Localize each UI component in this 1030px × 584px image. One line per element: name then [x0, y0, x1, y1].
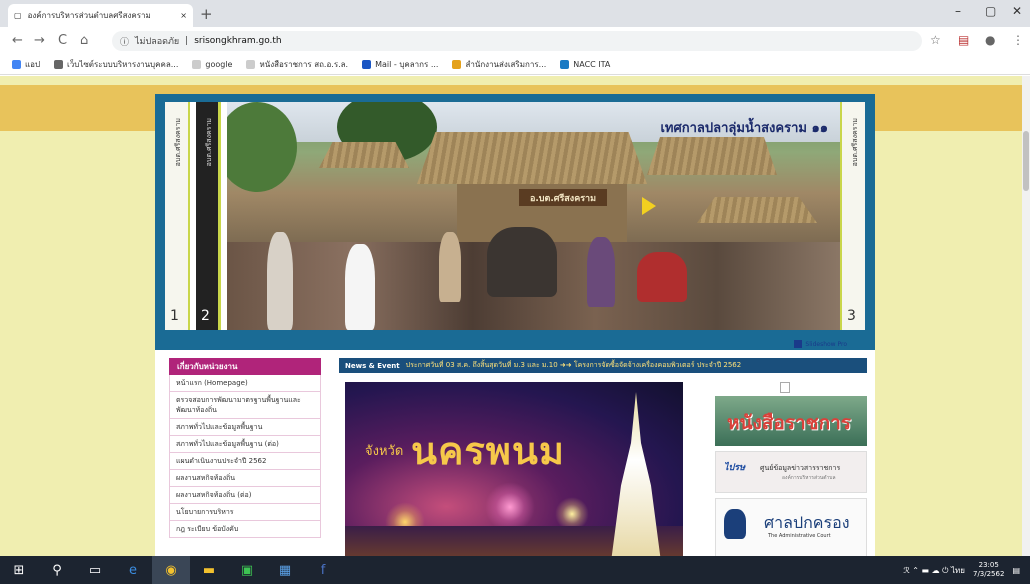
home-button[interactable]: ⌂	[80, 33, 88, 48]
page-icon: ▢	[14, 11, 22, 20]
broken-image-icon	[780, 382, 790, 393]
bookmark-item[interactable]: google	[192, 60, 232, 69]
bookmark-item[interactable]: สำนักงานส่งเสริมการ...	[452, 58, 546, 71]
notifications-icon[interactable]: ▤	[1012, 566, 1020, 575]
system-tray: ℛ ⌃ ▬ ☁ ⏻ ไทย 23:05 7/3/2562 ▤	[903, 556, 1030, 584]
ad-administrative-court[interactable]: ศาลปกครอง The Administrative Court	[715, 498, 867, 556]
court-emblem-icon	[724, 509, 746, 539]
mail-icon	[362, 60, 372, 69]
sidebar-item-works[interactable]: ผลงานสหกิจท้องถิ่น	[169, 470, 321, 487]
slideshow-credit[interactable]: Slideshow Pro	[794, 340, 847, 348]
sidebar-item-policy[interactable]: นโยบายการบริหาร	[169, 504, 321, 521]
tab-close-icon[interactable]: ×	[180, 11, 187, 20]
start-icon[interactable]: ⊞	[0, 556, 38, 584]
office-icon	[452, 60, 462, 69]
close-window-button[interactable]: ✕	[1012, 4, 1022, 18]
news-event-bar: News & Event ประกาศวันที่ 03 ส.ค. ถึงสิ้…	[339, 358, 867, 373]
sidebar-item-works-cont[interactable]: ผลงานสหกิจท้องถิ่น (ต่อ)	[169, 487, 321, 504]
bookmark-item[interactable]: หนังสือราชการ สถ.อ.ร.ล.	[246, 58, 348, 71]
extension-icon[interactable]: ▤	[958, 33, 969, 47]
slide-tab-3[interactable]: อบต.ศรีสงคราม 3	[840, 102, 865, 330]
security-label: ไม่ปลอดภัย	[135, 37, 180, 47]
banner-title: เทศกาลปลาลุ่มน้ำสงคราม ๑๑	[660, 121, 828, 136]
search-icon[interactable]: ⚲	[38, 556, 76, 584]
browser-toolbar: ← → C ⌂ ⓘ ไม่ปลอดภัย | srisongkhram.go.t…	[0, 27, 1030, 55]
windows-taskbar: ⊞ ⚲ ▭ e ◉ ▬ ▣ ▦ f ℛ ⌃ ▬ ☁ ⏻ ไทย 23:05 7/…	[0, 556, 1030, 584]
banner-slideshow: อบต.ศรีสงคราม 1 อบต.ศรีสงคราม 2 อ.บต.ศรี…	[155, 94, 875, 350]
slide-tab-2[interactable]: อบต.ศรีสงคราม 2	[196, 102, 221, 330]
address-bar[interactable]: ⓘ ไม่ปลอดภัย | srisongkhram.go.th	[112, 31, 922, 51]
poster-big-text: นครพนม	[411, 429, 565, 473]
tab-strip: ▢ องค์การบริหารส่วนตำบลศรีสงคราม × + – ▢…	[0, 0, 1030, 27]
chrome-icon[interactable]: ◉	[152, 556, 190, 584]
line-icon[interactable]: ▣	[228, 556, 266, 584]
reload-button[interactable]: C	[58, 33, 67, 48]
ad-official-documents[interactable]: หนังสือราชการ	[715, 396, 867, 446]
info-center-logo: ไปรษ	[724, 463, 746, 473]
facebook-icon[interactable]: f	[304, 556, 342, 584]
scrollbar-thumb[interactable]	[1023, 131, 1029, 191]
back-button[interactable]: ←	[12, 33, 23, 48]
minimize-button[interactable]: –	[955, 4, 961, 18]
sidebar-menu: เกี่ยวกับหน่วยงาน หน้าแรก (Homepage) ตรว…	[169, 358, 321, 556]
file-explorer-icon[interactable]: ▬	[190, 556, 228, 584]
bookmark-item[interactable]: Mail - บุคลากร ...	[362, 58, 438, 71]
task-view-icon[interactable]: ▭	[76, 556, 114, 584]
bookmark-star-icon[interactable]: ☆	[930, 33, 941, 47]
bookmark-item[interactable]: เว็บไซต์ระบบบริหารงานบุคคล...	[54, 58, 178, 71]
sidebar-item-development[interactable]: ตรวจสอบการพัฒนามาตรฐานพื้นฐานและพัฒนาท้อ…	[169, 392, 321, 419]
info-icon[interactable]: ⓘ	[120, 35, 129, 48]
main-content: เกี่ยวกับหน่วยงาน หน้าแรก (Homepage) ตรว…	[155, 350, 875, 556]
url-text: srisongkhram.go.th	[194, 36, 282, 46]
news-ticker[interactable]: ประกาศวันที่ 03 ส.ค. ถึงสิ้นสุดวันที่ ม.…	[406, 360, 742, 371]
pavilion-sign: อ.บต.ศรีสงคราม	[519, 189, 607, 206]
slide-tab-1[interactable]: อบต.ศรีสงคราม 1	[165, 102, 190, 330]
stupa-illustration	[611, 392, 661, 556]
slideshow-icon	[794, 340, 803, 348]
tray-icons[interactable]: ℛ ⌃ ▬ ☁ ⏻ ไทย	[903, 564, 965, 577]
sidebar-item-general-info-cont[interactable]: สภาพทั่วไปและข้อมูลพื้นฐาน (ต่อ)	[169, 436, 321, 453]
banner-photo: อ.บต.ศรีสงคราม เทศกาลปลาลุ่มน้ำสงคราม ๑๑	[227, 102, 840, 330]
news-title: News & Event	[345, 361, 400, 370]
page-scrollbar[interactable]	[1022, 76, 1030, 556]
menu-icon[interactable]: ⋮	[1012, 33, 1024, 47]
bookmark-item[interactable]: แอป	[12, 58, 40, 71]
sidebar-item-regulations[interactable]: กฎ ระเบียบ ข้อบังคับ	[169, 521, 321, 538]
apps-icon	[12, 60, 21, 69]
tab-active[interactable]: ▢ องค์การบริหารส่วนตำบลศรีสงคราม ×	[8, 4, 193, 27]
sidebar-heading: เกี่ยวกับหน่วยงาน	[169, 358, 321, 375]
nacc-icon	[560, 60, 570, 69]
new-tab-button[interactable]: +	[200, 5, 213, 23]
bookmark-item[interactable]: NACC ITA	[560, 60, 610, 69]
tab-title: องค์การบริหารส่วนตำบลศรีสงคราม	[27, 11, 151, 20]
page-icon	[246, 60, 256, 69]
page-viewport: อบต.ศรีสงคราม 1 อบต.ศรีสงคราม 2 อ.บต.ศรี…	[0, 76, 1030, 556]
slideshow-viewport: อบต.ศรีสงคราม 1 อบต.ศรีสงคราม 2 อ.บต.ศรี…	[165, 102, 865, 330]
sidebar-item-general-info[interactable]: สภาพทั่วไปและข้อมูลพื้นฐาน	[169, 419, 321, 436]
sidebar-item-action-plan[interactable]: แผนดำเนินงานประจำปี 2562	[169, 453, 321, 470]
ad-column: หนังสือราชการ ไปรษ ศูนย์ข้อมูลข่าวสารราช…	[715, 382, 867, 556]
poster-small-text: จังหวัด	[365, 444, 404, 459]
globe-icon	[54, 60, 64, 69]
page-icon	[192, 60, 202, 69]
clock[interactable]: 23:05 7/3/2562	[973, 561, 1004, 579]
bookmarks-bar: แอป เว็บไซต์ระบบบริหารงานบุคคล... google…	[0, 55, 1030, 75]
profile-icon[interactable]: ●	[985, 33, 995, 47]
edge-icon[interactable]: e	[114, 556, 152, 584]
sidebar-item-home[interactable]: หน้าแรก (Homepage)	[169, 375, 321, 392]
forward-button[interactable]: →	[34, 33, 45, 48]
photos-icon[interactable]: ▦	[266, 556, 304, 584]
ad-info-center[interactable]: ไปรษ ศูนย์ข้อมูลข่าวสารราชการ องค์การบริ…	[715, 451, 867, 493]
maximize-button[interactable]: ▢	[985, 4, 996, 18]
province-poster[interactable]: จังหวัด นครพนม	[345, 382, 683, 556]
